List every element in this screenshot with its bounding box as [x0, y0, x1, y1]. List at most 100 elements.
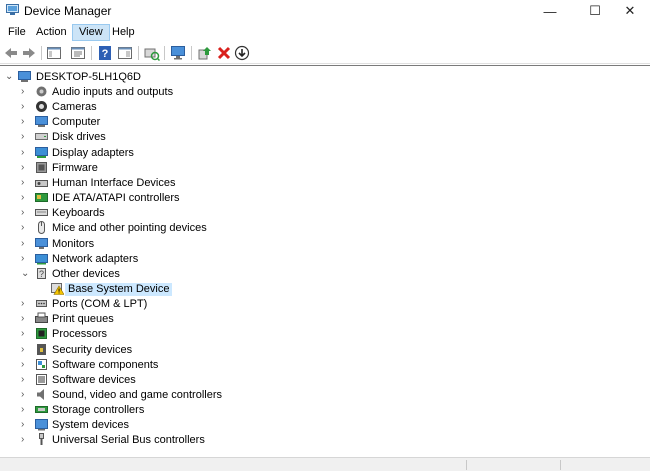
device-tree[interactable]: ⌄ DESKTOP-5LH1Q6D › Audio inputs and outp…: [0, 65, 650, 457]
chevron-right-icon[interactable]: ›: [21, 328, 31, 340]
tree-category-row[interactable]: › Processors: [0, 327, 650, 342]
tree-child-row[interactable]: Base System Device: [0, 282, 650, 297]
speaker-icon: [36, 86, 47, 97]
tree-category-row[interactable]: › Software components: [0, 358, 650, 373]
tree-category-row[interactable]: › Disk drives: [0, 130, 650, 145]
tree-item-label: Display adapters: [52, 146, 134, 159]
chevron-right-icon[interactable]: ›: [21, 298, 31, 310]
tree-item-label: Firmware: [52, 161, 98, 174]
chevron-right-icon[interactable]: ›: [21, 253, 31, 265]
tree-root-row[interactable]: ⌄ DESKTOP-5LH1Q6D: [0, 70, 650, 85]
tree-category-row[interactable]: › Network adapters: [0, 252, 650, 267]
tree-item-label: Computer: [52, 116, 101, 129]
tree-category-row[interactable]: ⌄? Other devices: [0, 267, 650, 282]
maximize-button[interactable]: ☐: [575, 0, 615, 22]
chevron-right-icon[interactable]: ›: [21, 434, 31, 446]
computer-monitor-icon[interactable]: [170, 45, 186, 61]
tree-item-label: IDE ATA/ATAPI controllers: [52, 192, 180, 205]
chevron-right-icon[interactable]: ›: [21, 404, 31, 416]
properties-icon[interactable]: [70, 45, 86, 61]
tree-category-row[interactable]: › Print queues: [0, 312, 650, 327]
chevron-right-icon[interactable]: ›: [21, 359, 31, 371]
chevron-right-icon[interactable]: ›: [21, 116, 31, 128]
disable-device-icon[interactable]: [234, 45, 250, 61]
chevron-right-icon[interactable]: ›: [21, 313, 31, 325]
tree-category-row[interactable]: › Cameras: [0, 100, 650, 115]
chevron-right-icon[interactable]: ›: [21, 162, 31, 174]
status-divider: [560, 460, 561, 470]
chevron-right-icon[interactable]: ›: [21, 344, 31, 356]
tree-category-row[interactable]: › Ports (COM & LPT): [0, 297, 650, 312]
tree-category-row[interactable]: › Sound, video and game controllers: [0, 388, 650, 403]
tree-item-label: Audio inputs and outputs: [52, 86, 174, 98]
chevron-right-icon[interactable]: ›: [21, 131, 31, 143]
tree-item-label: Monitors: [52, 237, 95, 250]
chevron-right-icon[interactable]: ›: [21, 101, 31, 113]
chevron-down-icon[interactable]: ⌄: [21, 268, 31, 280]
hid-icon: [35, 179, 48, 187]
toolbar-separator: [138, 46, 139, 60]
scan-hardware-changes-icon[interactable]: [144, 45, 160, 61]
chevron-right-icon[interactable]: ›: [21, 374, 31, 386]
tree-category-row[interactable]: › IDE ATA/ATAPI controllers: [0, 191, 650, 206]
chevron-right-icon[interactable]: ›: [21, 86, 31, 98]
show-hide-console-tree-icon[interactable]: [46, 45, 62, 61]
tree-item-label: Processors: [52, 328, 108, 341]
tree-category-row[interactable]: › Security devices: [0, 343, 650, 358]
tree-category-row[interactable]: › Computer: [0, 115, 650, 130]
tree-category-row[interactable]: › Display adapters: [0, 146, 650, 161]
usb-icon: [39, 433, 44, 446]
mouse-icon: [38, 221, 45, 235]
system-device-icon: [35, 419, 48, 431]
tree-category-row[interactable]: › Software devices: [0, 373, 650, 388]
toolbar-separator: [164, 46, 165, 60]
tree-category-row[interactable]: › Storage controllers: [0, 403, 650, 418]
tree-item-label: Disk drives: [52, 131, 106, 144]
chevron-right-icon[interactable]: ›: [21, 419, 31, 431]
printer-icon: [35, 312, 48, 324]
chevron-right-icon[interactable]: ›: [21, 207, 31, 219]
menu-view[interactable]: View: [72, 24, 110, 41]
menu-bar: File Action View Help: [0, 22, 650, 42]
chevron-right-icon[interactable]: ›: [21, 147, 31, 159]
tree-category-row[interactable]: › Universal Serial Bus controllers: [0, 433, 650, 448]
tree-item-label: Sound, video and game controllers: [52, 389, 222, 401]
tree-item-label: Network adapters: [52, 252, 139, 265]
tree-item-label: Other devices: [52, 267, 120, 280]
chevron-right-icon[interactable]: ›: [21, 177, 31, 189]
chevron-down-icon[interactable]: ⌄: [5, 71, 15, 83]
device-manager-icon: [6, 4, 19, 15]
tree-category-row[interactable]: › Monitors: [0, 237, 650, 252]
tree-category-row[interactable]: › Human Interface Devices: [0, 176, 650, 191]
minimize-button[interactable]: —: [530, 0, 570, 22]
disk-drive-icon: [35, 133, 48, 141]
tree-item-label: Print queues: [52, 313, 114, 326]
tree-category-row[interactable]: › System devices: [0, 418, 650, 433]
other-devices-icon: ?: [37, 267, 46, 279]
help-icon[interactable]: ?: [97, 45, 113, 61]
chevron-right-icon[interactable]: ›: [21, 389, 31, 401]
chevron-right-icon[interactable]: ›: [21, 192, 31, 204]
tree-item-label: Mice and other pointing devices: [52, 222, 207, 235]
chevron-right-icon[interactable]: ›: [21, 222, 31, 234]
tree-category-row[interactable]: › Firmware: [0, 161, 650, 176]
back-arrow-icon[interactable]: [3, 45, 19, 61]
warning-device-icon: [51, 282, 64, 295]
computer-icon: [35, 116, 48, 128]
tree-category-row[interactable]: › Audio inputs and outputs: [0, 85, 650, 100]
update-driver-icon[interactable]: [197, 45, 213, 61]
tree-item-label: Human Interface Devices: [52, 176, 176, 189]
close-button[interactable]: ✕: [610, 0, 650, 22]
toolbar: ?: [0, 42, 650, 64]
action-pane-icon[interactable]: [117, 45, 133, 61]
uninstall-device-icon[interactable]: [216, 45, 232, 61]
tree-item-label: System devices: [52, 419, 130, 432]
menu-action[interactable]: Action: [30, 24, 73, 41]
forward-arrow-icon[interactable]: [21, 45, 37, 61]
menu-file[interactable]: File: [2, 24, 32, 41]
svg-text:?: ?: [39, 269, 44, 279]
menu-help[interactable]: Help: [106, 24, 141, 41]
tree-category-row[interactable]: › Keyboards: [0, 206, 650, 221]
tree-category-row[interactable]: › Mice and other pointing devices: [0, 221, 650, 236]
chevron-right-icon[interactable]: ›: [21, 238, 31, 250]
